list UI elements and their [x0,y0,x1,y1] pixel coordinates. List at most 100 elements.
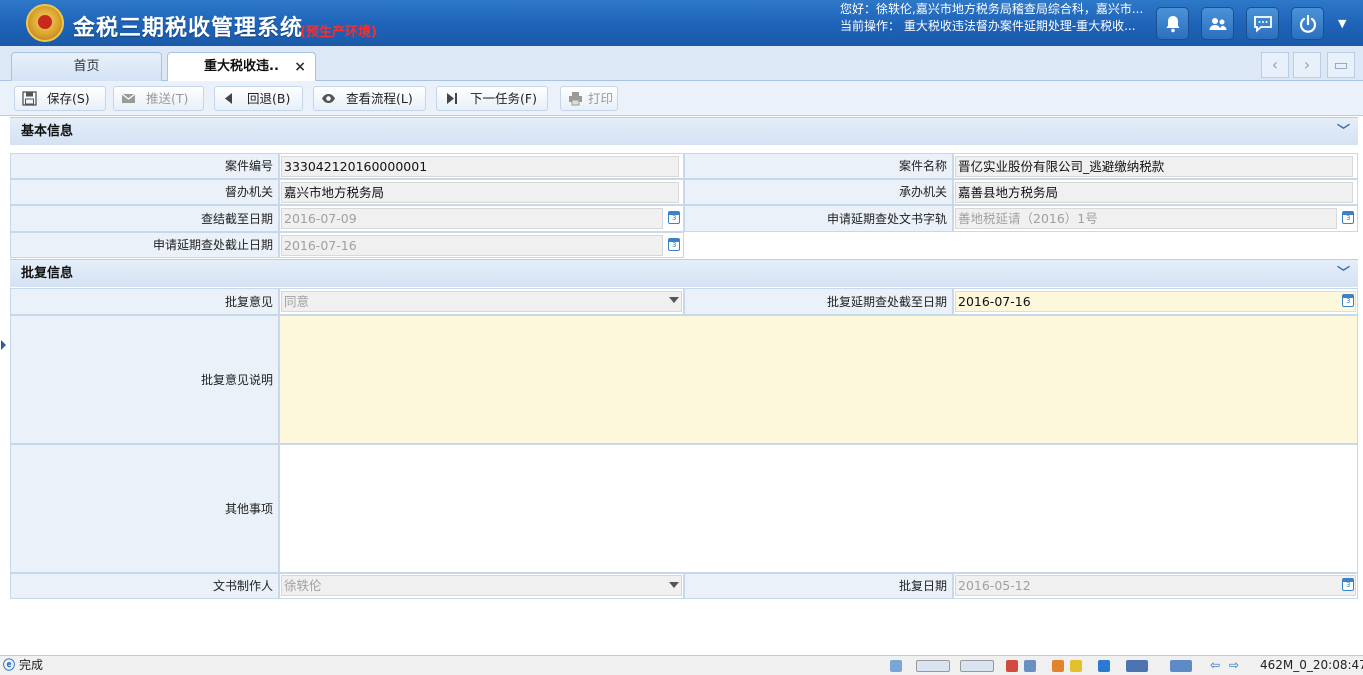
zoom-icon[interactable] [1170,660,1192,672]
tab-case[interactable]: 重大税收违.. × [167,52,316,82]
opinion-cell: 同意 [279,288,684,315]
ext-cell: 2016-07-16 [279,232,684,258]
ie-status-icon[interactable] [1098,660,1110,672]
desc-label: 批复意见说明 [10,315,279,444]
reply-date-label: 批复日期 [684,573,953,599]
author-select[interactable]: 徐轶伦 [281,575,682,596]
tab-home[interactable]: 首页 [11,52,162,81]
ext-field[interactable]: 2016-07-16 [281,235,663,256]
reply-deadline-label: 批复延期查处截至日期 [684,288,953,315]
page-icon[interactable] [1024,660,1036,672]
reply-info-header[interactable]: 批复信息 ﹀ [10,259,1358,287]
contacts-button[interactable] [1201,7,1234,40]
chevron-down-icon[interactable] [669,297,679,303]
doc-no-cell: 善地税延请（2016）1号 [953,205,1358,232]
print-button[interactable]: 打印 [560,86,618,111]
back-arrow-icon[interactable]: ⇦ [1210,656,1220,675]
opinion-select[interactable]: 同意 [281,291,682,312]
author-cell: 徐轶伦 [279,573,684,599]
layout-icon[interactable] [960,660,994,672]
printer-icon [569,92,582,106]
next-task-label: 下一任务(F) [470,91,537,106]
notification-button[interactable] [1156,7,1189,40]
calendar-icon[interactable] [668,211,680,224]
back-button[interactable]: 回退(B) [214,86,303,111]
addon-icon[interactable] [1006,660,1018,672]
supervise-field[interactable]: 嘉兴市地方税务局 [281,182,679,203]
chevron-down-icon[interactable]: ﹀ [1337,260,1350,287]
app-header: 金税三期税收管理系统 (预生产环境) 您好：徐轶伦,嘉兴市地方税务局稽查局综合科… [0,0,1363,46]
power-icon [1299,14,1317,33]
handle-label: 承办机关 [684,179,953,205]
maximize-icon[interactable]: ▭ [1327,52,1355,78]
calendar-icon[interactable] [1342,294,1354,307]
status-text: 完成 [19,658,44,672]
current-operation: 当前操作： 重大税收违法督办案件延期处理-重大税收... [840,19,1136,33]
calendar-icon[interactable] [668,238,680,251]
toolbar: 保存(S) 推送(T) 回退(B) 查看流程(L) 下一任务(F) 打印 [0,81,1363,116]
close-icon[interactable]: × [294,53,306,81]
chevron-down-icon[interactable]: ▼ [1338,17,1346,30]
tab-home-label: 首页 [73,59,100,74]
case-name-label: 案件名称 [684,153,953,179]
handle-field[interactable]: 嘉善县地方税务局 [955,182,1353,203]
reply-deadline-cell: 2016-07-16 [953,288,1358,315]
deadline-label: 查结截至日期 [10,205,279,232]
doc-no-field[interactable]: 善地税延请（2016）1号 [955,208,1337,229]
bell-icon [1166,16,1180,33]
tab-bar: 首页 重大税收违.. × ‹ › ▭ [0,46,1363,82]
reply-date-cell: 2016-05-12 [953,573,1358,599]
calendar-icon[interactable] [1342,211,1354,224]
chat-icon [1254,16,1272,33]
opinion-label: 批复意见 [10,288,279,315]
user-greeting: 您好：徐轶伦,嘉兴市地方税务局稽查局综合科，嘉兴市... [840,2,1144,16]
chevron-left-icon[interactable]: ‹ [1261,52,1289,78]
case-no-cell: 333042120160000001 [279,153,684,179]
reply-deadline-field[interactable]: 2016-07-16 [955,291,1356,312]
logout-button[interactable] [1291,7,1324,40]
tab-case-label: 重大税收违.. [204,59,279,74]
safety-icon[interactable] [1052,660,1064,672]
chevron-down-icon[interactable]: ﹀ [1337,118,1350,145]
doc-no-label: 申请延期查处文书字轨 [684,205,953,232]
app-title: 金税三期税收管理系统 [73,16,304,41]
handle-cell: 嘉善县地方税务局 [953,179,1358,205]
forward-arrow-icon[interactable]: ⇨ [1229,656,1239,675]
save-button[interactable]: 保存(S) [14,86,106,111]
environment-tag: (预生产环境) [300,25,377,40]
basic-info-header[interactable]: 基本信息 ﹀ [10,117,1358,145]
basic-info-title: 基本信息 [21,124,74,139]
case-no-field[interactable]: 333042120160000001 [281,156,679,177]
supervise-cell: 嘉兴市地方税务局 [279,179,684,205]
view-flow-button[interactable]: 查看流程(L) [313,86,426,111]
view-flow-label: 查看流程(L) [346,91,413,106]
save-icon [22,91,37,106]
basic-info-form: 案件编号 333042120160000001 案件名称 晋亿实业股份有限公司_… [10,153,1358,259]
desc-textarea[interactable] [279,315,1358,444]
next-task-button[interactable]: 下一任务(F) [436,86,548,111]
envelope-icon [121,93,136,103]
deadline-field[interactable]: 2016-07-09 [281,208,663,229]
case-name-cell: 晋亿实业股份有限公司_逃避缴纳税款 [953,153,1358,179]
messages-button[interactable] [1246,7,1279,40]
users-icon [1209,18,1227,30]
user-info: 您好：徐轶伦,嘉兴市地方税务局稽查局综合科，嘉兴市... 当前操作： 重大税收违… [840,1,1150,35]
calendar-icon[interactable] [1342,578,1354,591]
send-button[interactable]: 推送(T) [113,86,204,111]
case-name-field[interactable]: 晋亿实业股份有限公司_逃避缴纳税款 [955,156,1353,177]
reply-info-title: 批复信息 [21,266,74,281]
sidebar-toggle-icon[interactable] [1,340,6,350]
other-textarea[interactable] [279,444,1358,573]
reply-date-field[interactable]: 2016-05-12 [955,575,1356,596]
author-label: 文书制作人 [10,573,279,599]
download-icon[interactable] [890,660,902,672]
other-label: 其他事项 [10,444,279,573]
compat-view-icon[interactable] [916,660,950,672]
save-label: 保存(S) [47,91,90,106]
chevron-down-icon[interactable] [669,582,679,588]
print-status-icon[interactable] [1126,660,1148,672]
status-bar: ⓔ 完成 ⇦ ⇨ 462M_0_20:08:47 [0,655,1363,675]
deadline-cell: 2016-07-09 [279,205,684,232]
security-icon[interactable] [1070,660,1082,672]
chevron-right-icon[interactable]: › [1293,52,1321,78]
